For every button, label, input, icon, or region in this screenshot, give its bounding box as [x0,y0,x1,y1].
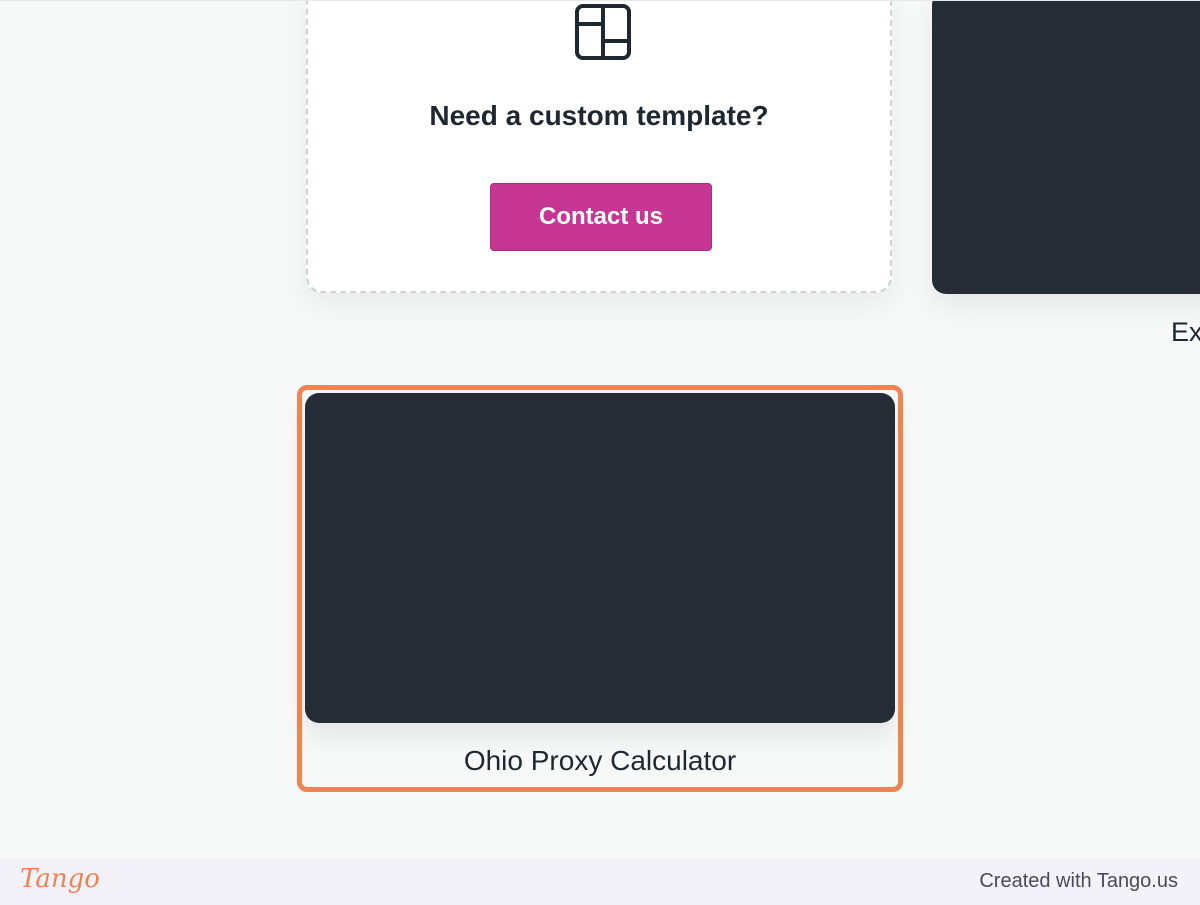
created-with-text: Created with Tango.us [979,870,1178,892]
template-thumbnail[interactable] [305,393,895,723]
tango-logo: Tango [20,864,100,894]
custom-template-title: Need a custom template? [429,100,769,131]
template-card-label[interactable]: Ohio Proxy Calculator [305,745,895,777]
custom-template-card: Need a custom template? Contact us [306,1,892,293]
template-card-label[interactable]: Ex [1171,317,1200,348]
footer: Tango Created with Tango.us [0,858,1200,905]
layout-template-icon [575,4,631,60]
template-gallery: Need a custom template? Contact us Ex Oh… [0,0,1200,859]
contact-us-button[interactable]: Contact us [490,183,712,251]
template-thumbnail[interactable] [932,1,1200,294]
template-card-ohio-proxy-calculator[interactable]: Ohio Proxy Calculator [305,393,895,776]
